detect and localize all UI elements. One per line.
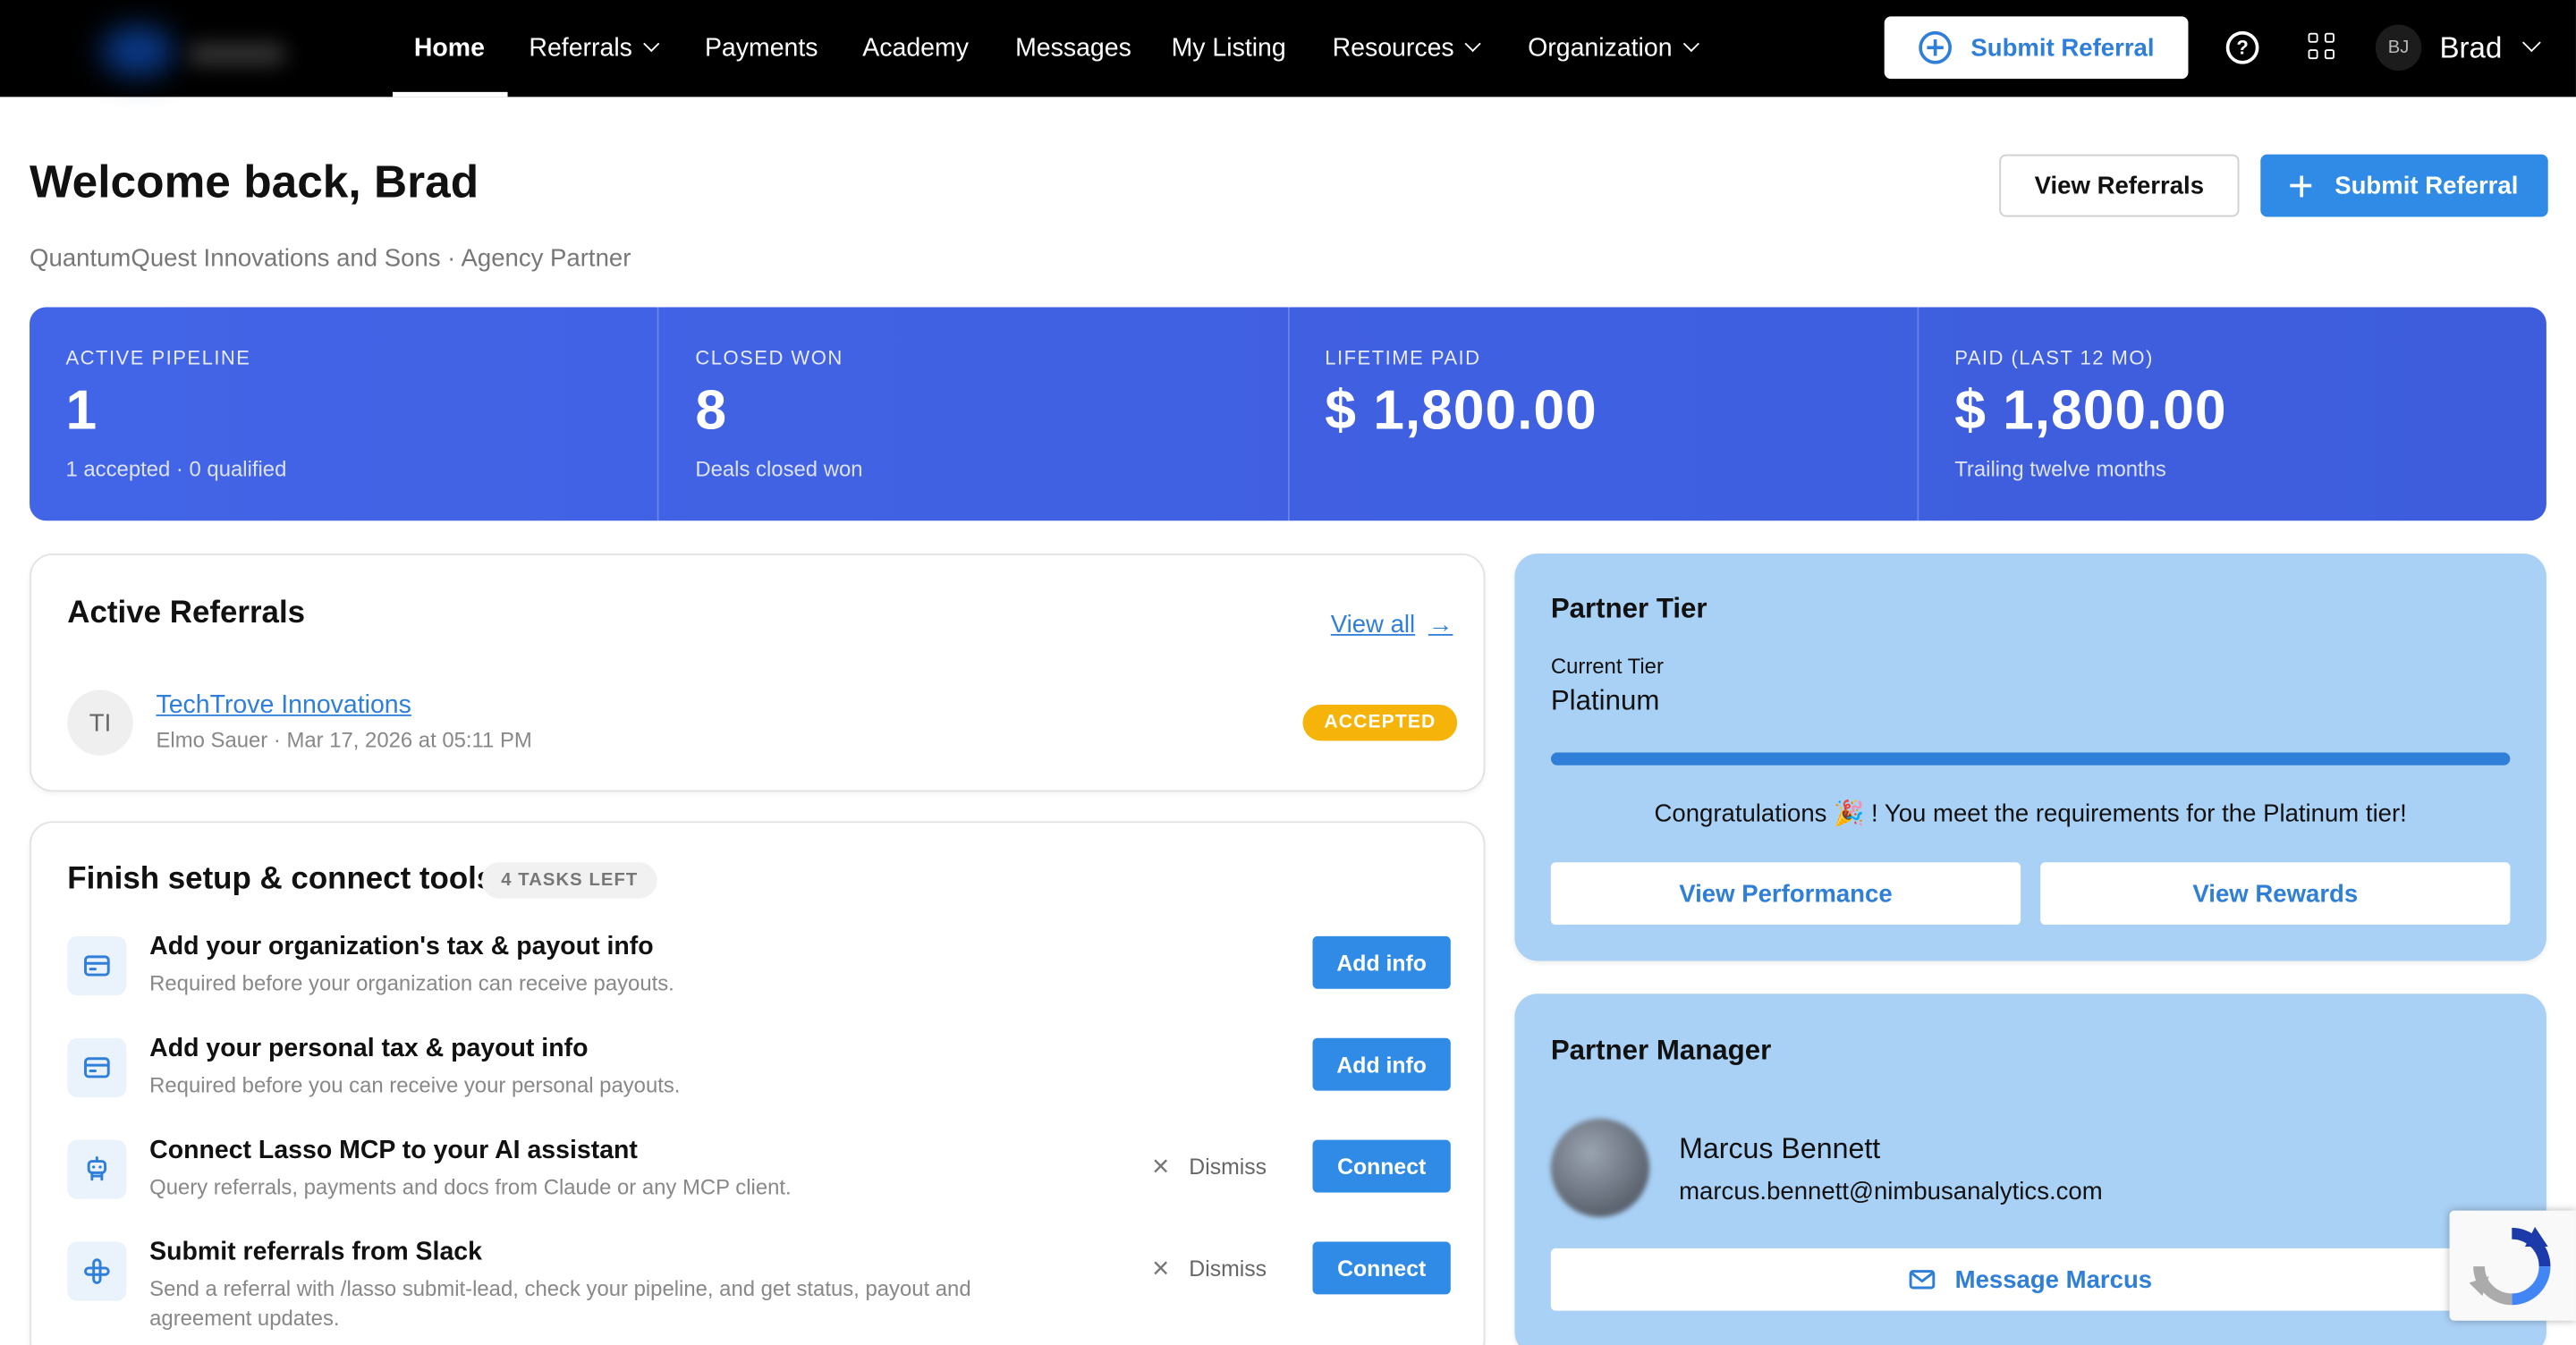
close-icon: × [1151, 1148, 1170, 1182]
plus-circle-icon [1918, 30, 1952, 64]
add-personal-info-button[interactable]: Add info [1312, 1037, 1451, 1091]
nav-resources[interactable]: Resources [1333, 0, 1481, 97]
task-title: Add your organization's tax & payout inf… [149, 933, 654, 961]
view-rewards-button[interactable]: View Rewards [2040, 862, 2511, 926]
task-description: Query referrals, payments and docs from … [149, 1174, 792, 1199]
task-description: Send a referral with /lasso submit-lead,… [149, 1276, 971, 1331]
task-row: Submit referrals from Slack Send a refer… [67, 1238, 1451, 1331]
slack-icon [67, 1241, 127, 1301]
mail-icon [1909, 1270, 1936, 1290]
view-all-link[interactable]: View all → [1331, 611, 1453, 639]
task-row: Add your personal tax & payout info Requ… [67, 1035, 1451, 1117]
user-menu-name[interactable]: Brad [2439, 0, 2502, 97]
stat-lifetime-paid: LIFETIME PAID $ 1,800.00 [1289, 307, 1919, 521]
task-row: Connect Lasso MCP to your AI assistant Q… [67, 1137, 1451, 1219]
manager-avatar [1550, 1118, 1650, 1217]
message-manager-button[interactable]: Message Marcus [1550, 1248, 2511, 1311]
nav-academy[interactable]: Academy [862, 0, 969, 97]
connect-slack-button[interactable]: Connect [1312, 1241, 1451, 1295]
chevron-down-icon [1464, 35, 1481, 53]
apps-grid-icon[interactable] [2308, 32, 2334, 60]
setup-title: Finish setup & connect tools [67, 862, 495, 897]
connect-mcp-button[interactable]: Connect [1312, 1139, 1451, 1193]
stat-active-pipeline: ACTIVE PIPELINE 1 1 accepted · 0 qualifi… [30, 307, 659, 521]
stats-banner: ACTIVE PIPELINE 1 1 accepted · 0 qualifi… [30, 307, 2546, 521]
submit-referral-button[interactable]: Submit Referral [2260, 154, 2548, 217]
tier-congratulations-message: Congratulations 🎉 ! You meet the require… [1654, 799, 2407, 828]
stat-closed-won: CLOSED WON 8 Deals closed won [659, 307, 1289, 521]
nav-payments[interactable]: Payments [705, 0, 818, 97]
partner-manager-title: Partner Manager [1550, 1035, 1772, 1067]
task-title: Submit referrals from Slack [149, 1238, 482, 1267]
setup-tasks-card: Finish setup & connect tools 4 TASKS LEF… [30, 821, 1486, 1345]
partner-tier-card: Partner Tier Current Tier Platinum Congr… [1514, 553, 2546, 961]
referral-meta: Elmo Sauer · Mar 17, 2026 at 05:11 PM [156, 727, 532, 753]
nav-messages[interactable]: Messages [1015, 0, 1131, 97]
task-title: Connect Lasso MCP to your AI assistant [149, 1136, 638, 1165]
page-title: Welcome back, Brad [30, 156, 479, 207]
dismiss-button[interactable]: × Dismiss [1152, 1140, 1267, 1193]
tier-progress-fill [1550, 752, 2511, 766]
referral-avatar: TI [67, 689, 133, 756]
tier-progress-bar [1550, 752, 2511, 766]
stat-paid-last-12-months: PAID (LAST 12 MO) $ 1,800.00 Trailing tw… [1954, 346, 2227, 482]
recaptcha-icon [2469, 1227, 2551, 1306]
nav-organization[interactable]: Organization [1528, 0, 1699, 97]
credit-card-icon [67, 935, 127, 996]
nav-submit-referral-button[interactable]: Submit Referral [1884, 16, 2189, 80]
credit-card-icon [67, 1037, 127, 1097]
close-icon: × [1151, 1250, 1170, 1284]
top-navbar: Home Referrals Payments Academy Messages… [0, 0, 2576, 97]
add-org-info-button[interactable]: Add info [1312, 935, 1451, 989]
chevron-down-icon[interactable] [2521, 33, 2541, 53]
active-referrals-title: Active Referrals [67, 596, 306, 631]
chevron-down-icon [1682, 35, 1699, 53]
status-badge: ACCEPTED [1302, 704, 1458, 741]
user-avatar[interactable]: BJ [2375, 24, 2422, 71]
organization-subtitle: QuantumQuest Innovations and Sons · Agen… [30, 244, 631, 273]
tasks-left-badge: 4 TASKS LEFT [481, 862, 658, 899]
plus-icon [2290, 174, 2312, 197]
task-row: Add your organization's tax & payout inf… [67, 933, 1451, 1015]
manager-email[interactable]: marcus.bennett@nimbusanalytics.com [1679, 1178, 2103, 1205]
help-icon[interactable]: ? [2225, 30, 2259, 64]
view-referrals-button[interactable]: View Referrals [1999, 154, 2240, 217]
current-tier-label: Current Tier [1550, 654, 1664, 679]
active-referrals-card: Active Referrals View all → TI TechTrove… [30, 553, 1486, 792]
arrow-right-icon: → [1428, 611, 1453, 639]
referral-name-link[interactable]: TechTrove Innovations [156, 691, 411, 721]
partner-manager-card: Partner Manager Marcus Bennett marcus.be… [1514, 994, 2546, 1345]
task-description: Required before you can receive your per… [149, 1072, 681, 1097]
nav-referrals[interactable]: Referrals [529, 0, 660, 97]
current-tier-value: Platinum [1550, 684, 1660, 716]
dismiss-button[interactable]: × Dismiss [1152, 1242, 1267, 1295]
task-description: Required before your organization can re… [149, 970, 674, 996]
manager-name: Marcus Bennett [1679, 1131, 1881, 1165]
view-performance-button[interactable]: View Performance [1550, 862, 2021, 926]
partner-tier-title: Partner Tier [1550, 593, 1707, 624]
task-title: Add your personal tax & payout info [149, 1035, 589, 1063]
robot-icon [67, 1139, 127, 1199]
chevron-down-icon [642, 35, 660, 53]
nav-active-indicator [392, 91, 508, 97]
nav-home[interactable]: Home [414, 0, 485, 97]
recaptcha-badge[interactable] [2449, 1210, 2576, 1321]
company-logo[interactable] [72, 16, 286, 81]
nav-my-listing[interactable]: My Listing [1172, 0, 1286, 97]
